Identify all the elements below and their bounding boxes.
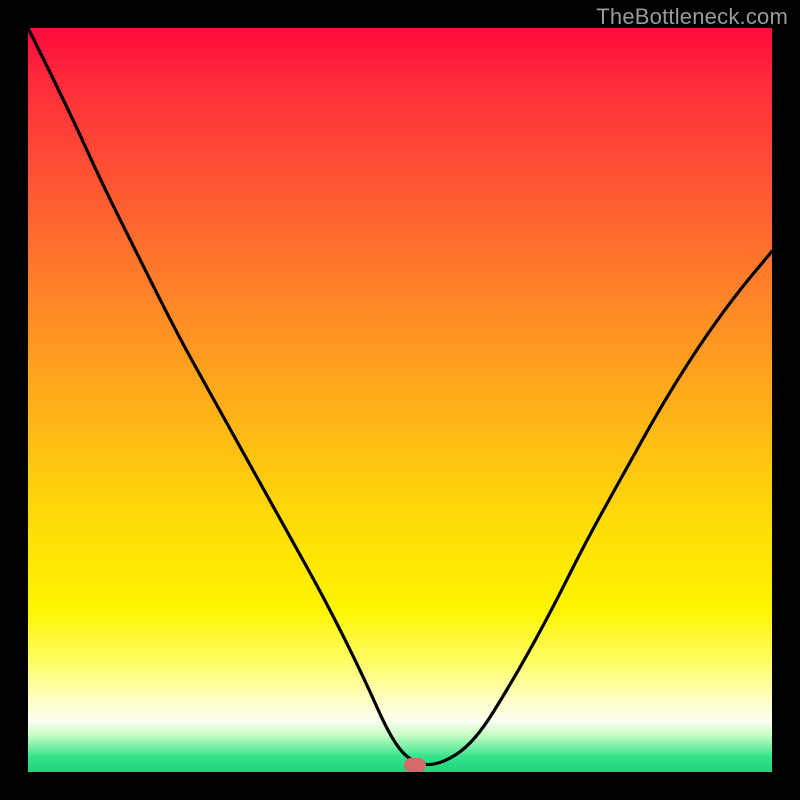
plot-area <box>28 28 772 772</box>
watermark-text: TheBottleneck.com <box>596 4 788 30</box>
optimal-marker <box>404 758 426 772</box>
bottleneck-curve <box>28 28 772 772</box>
chart-frame: TheBottleneck.com <box>0 0 800 800</box>
